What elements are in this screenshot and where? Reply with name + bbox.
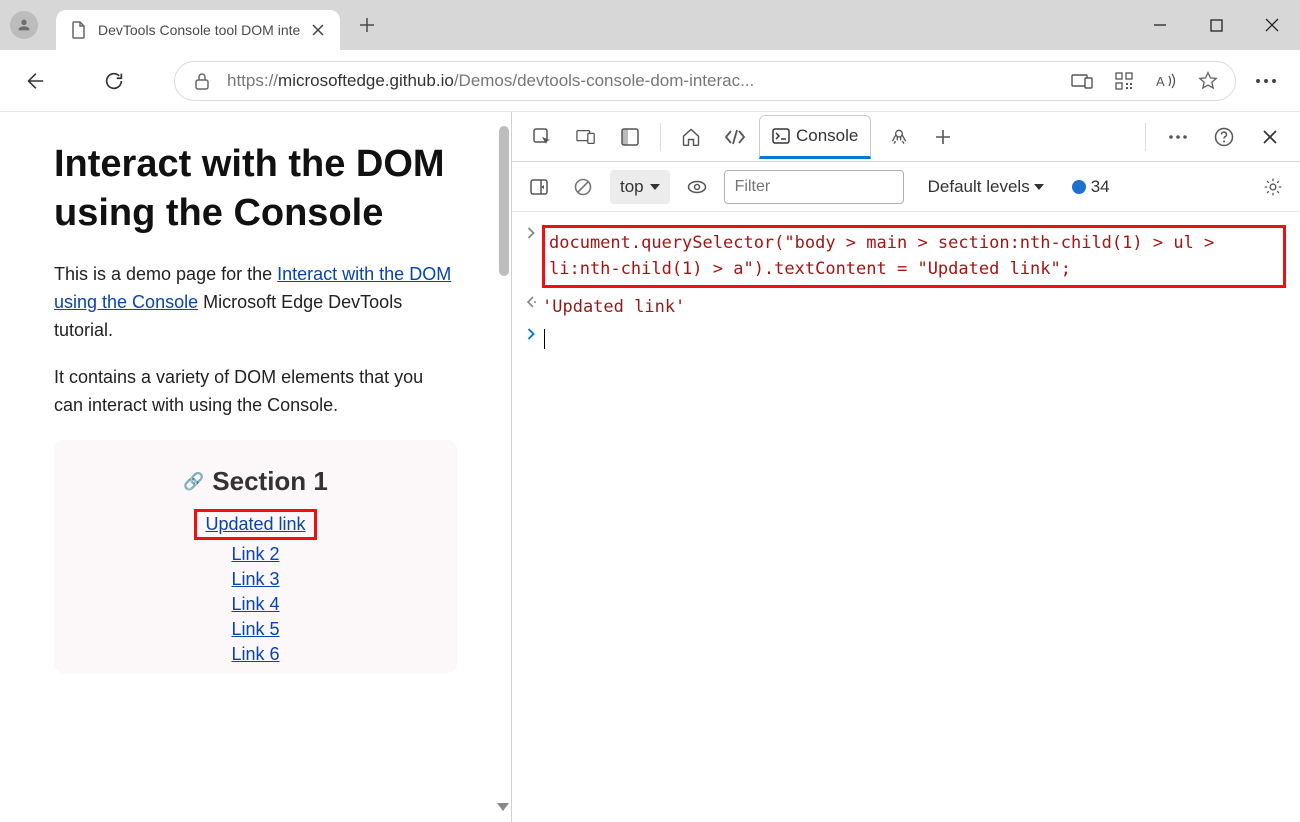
scroll-down-icon[interactable]	[495, 798, 511, 816]
browser-toolbar: https://microsoftedge.github.io/Demos/de…	[0, 50, 1300, 112]
devtools-panel: Console	[512, 112, 1300, 822]
link-2[interactable]: Link 2	[231, 544, 279, 564]
vertical-scrollbar[interactable]	[495, 116, 511, 818]
list-item: Updated link	[194, 509, 316, 540]
console-result-row: 'Updated link'	[520, 291, 1286, 323]
page-viewport: Interact with the DOM using the Console …	[0, 112, 512, 822]
list-item: Link 3	[231, 569, 279, 590]
welcome-tab-icon[interactable]	[671, 115, 711, 159]
devtools-more-icon[interactable]	[1158, 115, 1198, 159]
file-icon	[70, 21, 88, 39]
intro-paragraph-2: It contains a variety of DOM elements th…	[54, 364, 457, 420]
browser-titlebar: DevTools Console tool DOM inte	[0, 0, 1300, 50]
list-item: Link 4	[231, 594, 279, 615]
settings-more-button[interactable]	[1246, 61, 1286, 101]
lock-icon[interactable]	[191, 70, 213, 92]
link-list: Updated link Link 2 Link 3 Link 4 Link 5…	[74, 509, 437, 665]
refresh-button[interactable]	[94, 61, 134, 101]
svg-text:A: A	[1156, 74, 1165, 89]
device-emulation-icon[interactable]	[566, 115, 606, 159]
close-tab-icon[interactable]	[310, 22, 326, 38]
tab-title: DevTools Console tool DOM inte	[98, 22, 300, 38]
elements-tab-icon[interactable]	[715, 115, 755, 159]
filter-input[interactable]	[724, 170, 904, 204]
clear-console-icon[interactable]	[566, 170, 600, 204]
console-code: document.querySelector("body > main > se…	[542, 225, 1286, 288]
url-text: https://microsoftedge.github.io/Demos/de…	[227, 71, 1057, 91]
link-updated[interactable]: Updated link	[205, 514, 305, 534]
inspect-element-icon[interactable]	[522, 115, 562, 159]
issues-badge[interactable]: 34	[1072, 177, 1110, 197]
prompt-icon	[520, 326, 542, 340]
sources-tab-icon[interactable]	[879, 115, 919, 159]
section-title: 🔗 Section 1	[183, 466, 328, 497]
link-6[interactable]: Link 6	[231, 644, 279, 664]
console-input-row: document.querySelector("body > main > se…	[520, 222, 1286, 291]
page-title: Interact with the DOM using the Console	[54, 140, 457, 239]
browser-tab[interactable]: DevTools Console tool DOM inte	[56, 10, 340, 50]
console-result: 'Updated link'	[542, 294, 1286, 320]
minimize-button[interactable]	[1132, 0, 1188, 50]
qr-icon[interactable]	[1113, 70, 1135, 92]
context-dropdown[interactable]: top	[610, 170, 670, 204]
window-controls	[1132, 0, 1300, 50]
console-prompt-row[interactable]	[520, 323, 1286, 355]
close-devtools-icon[interactable]	[1250, 115, 1290, 159]
permalink-icon[interactable]: 🔗	[183, 472, 204, 492]
link-4[interactable]: Link 4	[231, 594, 279, 614]
console-tab[interactable]: Console	[759, 115, 871, 159]
console-tab-label: Console	[796, 126, 858, 146]
intro-paragraph-1: This is a demo page for the Interact wit…	[54, 261, 457, 345]
help-icon[interactable]	[1204, 115, 1244, 159]
new-tab-button[interactable]	[350, 8, 384, 42]
result-icon	[520, 294, 542, 308]
live-expression-icon[interactable]	[680, 170, 714, 204]
devtools-tabs: Console	[512, 112, 1300, 162]
device-icon[interactable]	[1071, 70, 1093, 92]
console-filterbar: top Default levels 34	[512, 162, 1300, 212]
console-settings-icon[interactable]	[1256, 170, 1290, 204]
issues-dot-icon	[1072, 180, 1086, 194]
back-button[interactable]	[14, 61, 54, 101]
profile-avatar[interactable]	[10, 11, 38, 39]
separator	[1145, 123, 1146, 151]
link-3[interactable]: Link 3	[231, 569, 279, 589]
list-item: Link 2	[231, 544, 279, 565]
link-5[interactable]: Link 5	[231, 619, 279, 639]
maximize-button[interactable]	[1188, 0, 1244, 50]
close-window-button[interactable]	[1244, 0, 1300, 50]
page-content: Interact with the DOM using the Console …	[0, 112, 511, 822]
favorite-icon[interactable]	[1197, 70, 1219, 92]
console-input[interactable]	[542, 326, 1286, 352]
scrollbar-thumb[interactable]	[499, 126, 509, 276]
log-levels-dropdown[interactable]: Default levels	[928, 177, 1044, 197]
console-output[interactable]: document.querySelector("body > main > se…	[512, 212, 1300, 822]
sidebar-toggle-icon[interactable]	[522, 170, 556, 204]
section-1: 🔗 Section 1 Updated link Link 2 Link 3 L…	[54, 440, 457, 673]
prompt-icon	[520, 225, 542, 239]
dock-side-icon[interactable]	[610, 115, 650, 159]
more-tabs-icon[interactable]	[923, 115, 963, 159]
address-bar[interactable]: https://microsoftedge.github.io/Demos/de…	[174, 61, 1236, 101]
read-aloud-icon[interactable]: A	[1155, 70, 1177, 92]
list-item: Link 5	[231, 619, 279, 640]
list-item: Link 6	[231, 644, 279, 665]
separator	[660, 123, 661, 151]
main-area: Interact with the DOM using the Console …	[0, 112, 1300, 822]
